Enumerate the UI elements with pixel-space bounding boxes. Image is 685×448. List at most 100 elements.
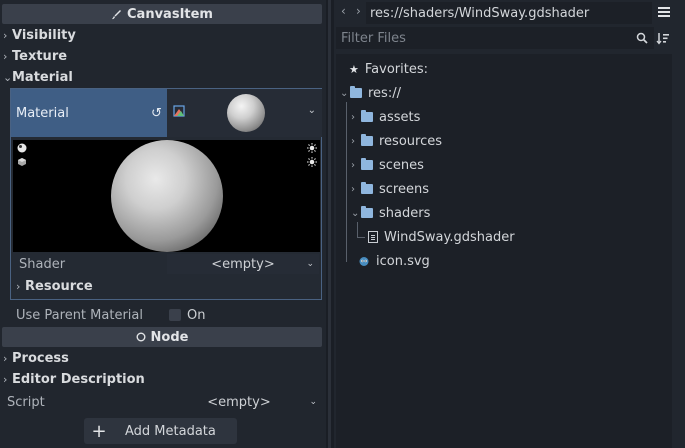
- tree-label: Favorites:: [364, 61, 428, 77]
- tree-item-resources[interactable]: › resources: [351, 130, 442, 152]
- material-label-text: Material: [16, 105, 69, 121]
- category-canvasitem[interactable]: CanvasItem: [2, 4, 322, 24]
- light-one-icon[interactable]: [307, 143, 317, 153]
- checkbox[interactable]: [169, 309, 181, 321]
- inspector-panel: CanvasItem › Visibility › Texture ⌄ Mate…: [0, 0, 326, 448]
- tree-item-screens[interactable]: › screens: [351, 178, 429, 200]
- section-process[interactable]: › Process: [3, 348, 69, 368]
- section-label: Visibility: [12, 27, 76, 43]
- chevron-right-icon: ›: [3, 28, 8, 42]
- tree-label: assets: [379, 109, 421, 125]
- use-parent-material-property: Use Parent Material On: [0, 304, 310, 326]
- path-text: res://shaders/WindSway.gdshader: [370, 5, 590, 21]
- folder-icon: [350, 86, 362, 98]
- tree-label: shaders: [379, 205, 431, 221]
- section-label: Material: [12, 69, 73, 85]
- tree-item-assets[interactable]: › assets: [351, 106, 420, 128]
- category-node[interactable]: Node: [2, 327, 322, 347]
- tree-item-scenes[interactable]: › scenes: [351, 154, 424, 176]
- back-icon[interactable]: ‹: [341, 4, 346, 18]
- section-editor-description[interactable]: › Editor Description: [3, 369, 145, 389]
- category-title: Node: [150, 329, 189, 345]
- plus-icon: +: [91, 420, 107, 442]
- folder-icon: [361, 110, 373, 122]
- script-label: Script: [7, 394, 45, 410]
- sphere-preview-icon[interactable]: [17, 143, 27, 153]
- tree-label: WindSway.gdshader: [384, 229, 515, 245]
- shader-picker[interactable]: <empty> ⌄: [167, 254, 319, 274]
- light-two-icon[interactable]: [307, 157, 317, 167]
- section-label: Process: [12, 350, 69, 366]
- chevron-down-icon: ⌄: [3, 70, 13, 84]
- tree-label: icon.svg: [376, 253, 430, 269]
- node-icon: [136, 332, 146, 342]
- search-icon: [636, 32, 648, 44]
- chevron-right-icon: ›: [351, 183, 355, 195]
- folder-icon: [361, 206, 373, 218]
- add-metadata-button[interactable]: + Add Metadata: [84, 418, 237, 444]
- material-label: Material: [11, 89, 167, 137]
- material-thumbnail: [227, 94, 265, 132]
- chevron-down-icon[interactable]: ⌄: [308, 105, 316, 116]
- section-material[interactable]: ⌄ Material: [3, 67, 73, 87]
- script-picker[interactable]: <empty> ⌄: [156, 392, 322, 412]
- brush-icon: [112, 9, 122, 19]
- splitter-divider: [328, 0, 331, 448]
- tree-item-windsway-shader[interactable]: WindSway.gdshader: [368, 226, 515, 248]
- chevron-right-icon: ›: [3, 372, 8, 386]
- chevron-down-icon: ⌄: [306, 259, 314, 269]
- category-title: CanvasItem: [127, 6, 213, 22]
- godot-icon: [359, 257, 369, 266]
- sort-icon[interactable]: [656, 31, 670, 45]
- section-label: Resource: [25, 278, 93, 294]
- tree-label: resources: [379, 133, 443, 149]
- folder-icon: [361, 134, 373, 146]
- shader-material-icon: [173, 105, 185, 117]
- shader-file-icon: [368, 231, 378, 243]
- chevron-down-icon: ⌄: [309, 397, 317, 407]
- split-mode-icon[interactable]: [656, 4, 672, 20]
- section-label: Texture: [12, 48, 68, 64]
- preview-sphere: [111, 140, 223, 252]
- filter-placeholder: Filter Files: [341, 30, 406, 46]
- material-resource-picker[interactable]: ⌄: [167, 89, 322, 137]
- tree-guide: [357, 222, 358, 238]
- star-icon: ★: [349, 62, 359, 76]
- use-parent-label: Use Parent Material: [16, 307, 143, 323]
- forward-icon[interactable]: ›: [356, 4, 361, 18]
- chevron-right-icon: ›: [351, 159, 355, 171]
- chevron-down-icon: ⌄: [351, 207, 360, 219]
- file-tree: ★ Favorites: ⌄ res:// › assets › resourc…: [336, 54, 672, 448]
- chevron-down-icon: ⌄: [340, 87, 349, 99]
- tree-item-icon-svg[interactable]: icon.svg: [358, 250, 430, 272]
- chevron-right-icon: ›: [351, 135, 355, 147]
- tree-item-root[interactable]: ⌄ res://: [340, 82, 401, 104]
- chevron-right-icon: ›: [3, 49, 8, 63]
- material-property: Material ↺ ⌄ Shader <empty> ⌄ › Resource: [10, 88, 322, 300]
- revert-icon[interactable]: ↺: [151, 106, 162, 121]
- box-preview-icon[interactable]: [17, 157, 27, 167]
- tree-label: screens: [379, 181, 429, 197]
- path-field[interactable]: res://shaders/WindSway.gdshader: [366, 2, 652, 24]
- section-resource[interactable]: › Resource: [16, 276, 93, 296]
- filesystem-panel: ‹ › res://shaders/WindSway.gdshader Filt…: [334, 0, 685, 448]
- chevron-right-icon: ›: [3, 351, 8, 365]
- favorites-item[interactable]: ★ Favorites:: [349, 58, 428, 80]
- folder-icon: [361, 158, 373, 170]
- tree-guide: [357, 237, 365, 238]
- tree-item-shaders[interactable]: ⌄ shaders: [351, 202, 430, 224]
- section-label: Editor Description: [12, 371, 145, 387]
- tree-label: scenes: [379, 157, 424, 173]
- shader-property: Shader <empty> ⌄: [11, 253, 321, 275]
- section-visibility[interactable]: › Visibility: [3, 25, 76, 45]
- script-property: Script <empty> ⌄: [0, 391, 317, 413]
- use-parent-toggle[interactable]: On: [169, 308, 205, 323]
- section-texture[interactable]: › Texture: [3, 46, 67, 66]
- filter-files-input[interactable]: Filter Files: [336, 27, 654, 49]
- add-metadata-label: Add Metadata: [125, 423, 216, 439]
- tree-guide: [346, 102, 347, 262]
- shader-label: Shader: [19, 256, 66, 272]
- chevron-right-icon: ›: [351, 111, 355, 123]
- chevron-right-icon: ›: [16, 279, 21, 293]
- checkbox-label: On: [187, 307, 206, 323]
